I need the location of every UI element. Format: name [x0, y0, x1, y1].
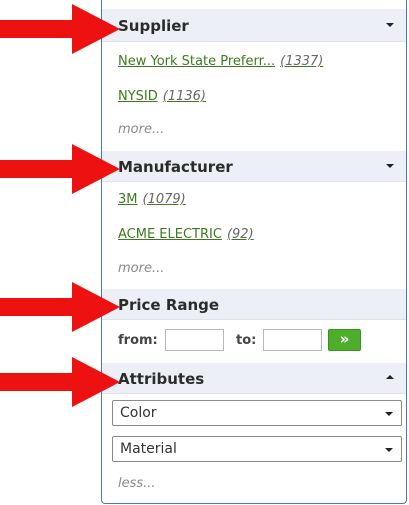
supplier-more-link[interactable]: more... [118, 122, 164, 137]
chevron-down-icon[interactable] [386, 164, 394, 168]
to-label: to: [236, 333, 257, 348]
manufacturer-more-link[interactable]: more... [118, 261, 164, 276]
filter-link-manufacturer[interactable]: ACME ELECTRIC (92) [118, 227, 254, 242]
material-select[interactable]: Material [112, 436, 402, 462]
supplier-title: Supplier [118, 17, 189, 35]
filter-count: (92) [226, 227, 254, 242]
manufacturer-title: Manufacturer [118, 158, 233, 176]
filter-link-label: NYSID [118, 89, 158, 104]
red-arrow-icon [0, 357, 120, 407]
manufacturer-header[interactable]: Manufacturer [102, 151, 406, 182]
chevron-up-icon[interactable] [386, 375, 394, 379]
filter-panel: Supplier New York State Preferr... (1337)… [101, 0, 407, 504]
filter-link-supplier[interactable]: New York State Preferr... (1337) [118, 54, 323, 69]
filter-count: (1337) [280, 54, 324, 69]
select-value: Color [120, 405, 157, 421]
red-arrow-icon [0, 282, 120, 332]
red-arrow-icon [0, 144, 120, 194]
attributes-header[interactable]: Attributes [102, 363, 406, 394]
chevron-down-icon [385, 448, 393, 452]
supplier-header[interactable]: Supplier [102, 9, 406, 42]
filter-count: (1079) [142, 192, 186, 207]
filter-count: (1136) [162, 89, 206, 104]
chevron-down-icon[interactable] [386, 23, 394, 27]
select-value: Material [120, 441, 177, 457]
apply-price-button[interactable]: » [328, 329, 361, 351]
from-label: from: [118, 333, 158, 348]
double-chevron-right-icon: » [339, 330, 350, 348]
filter-link-label: 3M [118, 192, 138, 207]
price-range-header: Price Range [102, 289, 406, 320]
filter-link-label: New York State Preferr... [118, 54, 276, 69]
attributes-less-link[interactable]: less... [118, 476, 156, 491]
filter-link-supplier[interactable]: NYSID (1136) [118, 89, 206, 104]
filter-link-label: ACME ELECTRIC [118, 227, 222, 242]
price-from-input[interactable] [165, 329, 224, 351]
color-select[interactable]: Color [112, 400, 402, 426]
price-to-input[interactable] [263, 329, 322, 351]
red-arrow-icon [0, 4, 120, 54]
attributes-title: Attributes [118, 370, 205, 388]
chevron-down-icon [385, 412, 393, 416]
filter-link-manufacturer[interactable]: 3M (1079) [118, 192, 186, 207]
price-range-title: Price Range [118, 296, 220, 314]
